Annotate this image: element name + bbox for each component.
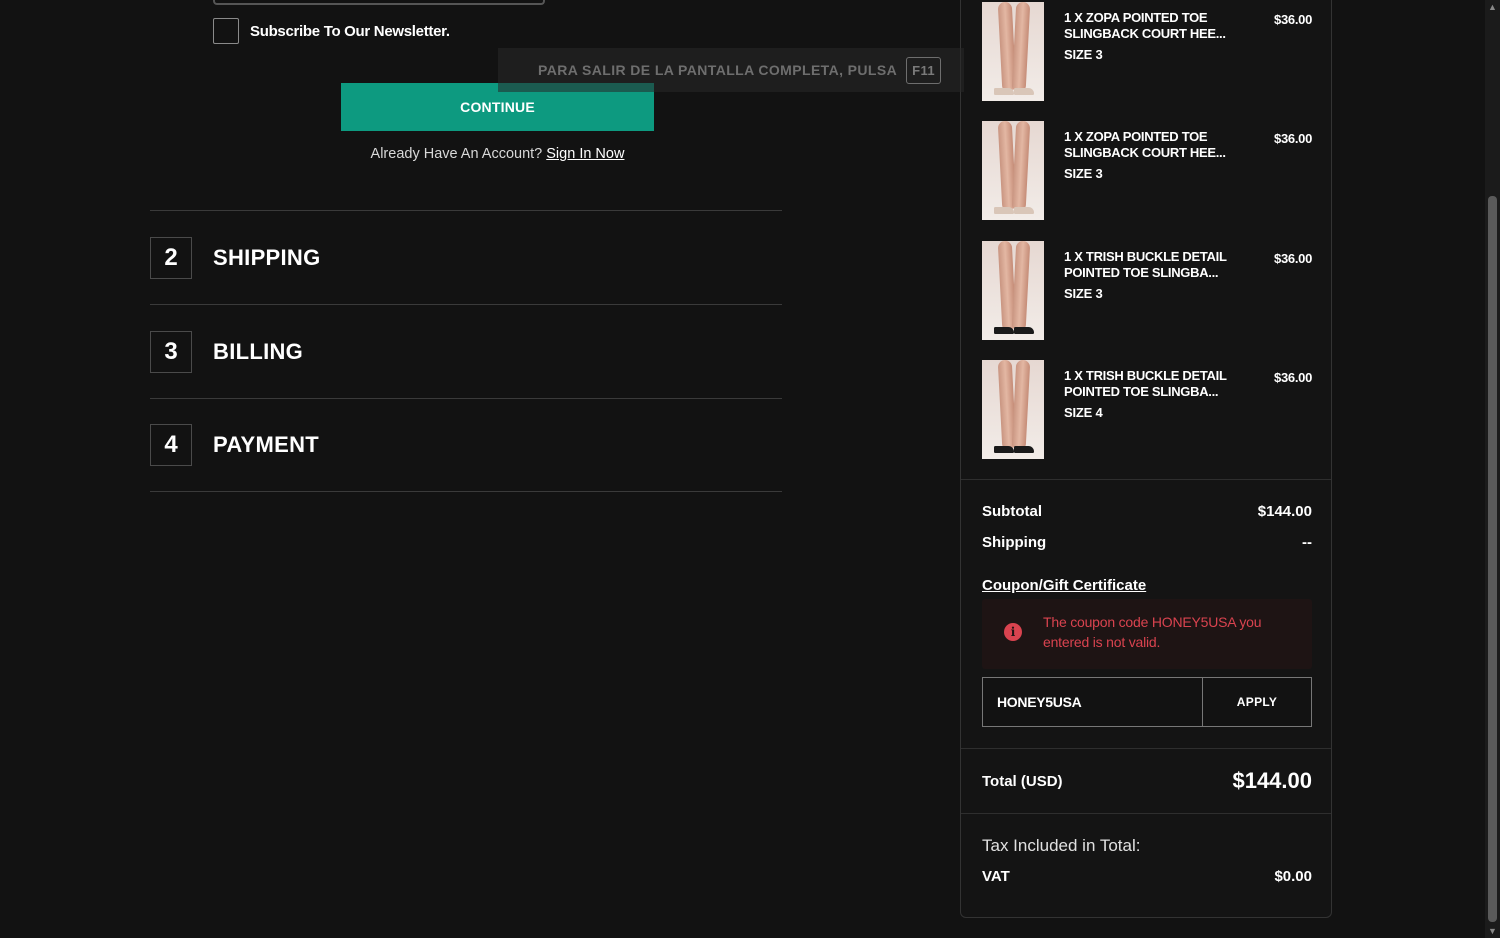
newsletter-label: Subscribe To Our Newsletter. bbox=[250, 22, 450, 40]
coupon-link[interactable]: Coupon/Gift Certificate bbox=[982, 577, 1146, 594]
step-number: 2 bbox=[150, 236, 192, 279]
cart-item: 1 X ZOPA POINTED TOE SLINGBACK COURT HEE… bbox=[982, 2, 1312, 102]
item-name: 1 X TRISH BUCKLE DETAIL POINTED TOE SLIN… bbox=[1064, 368, 1227, 399]
newsletter-checkbox[interactable] bbox=[213, 18, 239, 44]
account-prompt: Already Have An Account? Sign In Now bbox=[341, 146, 654, 162]
cart-item: 1 X TRISH BUCKLE DETAIL POINTED TOE SLIN… bbox=[982, 360, 1312, 460]
coupon-form: APPLY bbox=[982, 677, 1312, 727]
coupon-error-text: The coupon code HONEY5USA you entered is… bbox=[1043, 614, 1262, 650]
total-row: Total (USD) $144.00 bbox=[982, 768, 1312, 794]
cart-item: 1 X ZOPA POINTED TOE SLINGBACK COURT HEE… bbox=[982, 121, 1312, 221]
divider bbox=[961, 813, 1331, 814]
scroll-thumb[interactable] bbox=[1488, 196, 1497, 922]
f11-key: F11 bbox=[906, 56, 942, 84]
shipping-label: Shipping bbox=[982, 534, 1047, 551]
item-size: SIZE 3 bbox=[1064, 47, 1103, 62]
item-name: 1 X ZOPA POINTED TOE SLINGBACK COURT HEE… bbox=[1064, 10, 1226, 41]
shipping-row: Shipping -- bbox=[982, 534, 1312, 551]
step-title: SHIPPING bbox=[213, 244, 321, 270]
step-payment[interactable]: 4 PAYMENT bbox=[150, 398, 782, 492]
total-value: $144.00 bbox=[1232, 768, 1312, 793]
item-price: $36.00 bbox=[1274, 131, 1312, 146]
sign-in-link[interactable]: Sign In Now bbox=[546, 146, 624, 162]
item-size: SIZE 3 bbox=[1064, 286, 1103, 301]
info-icon: i bbox=[1004, 623, 1022, 641]
step-title: BILLING bbox=[213, 338, 304, 364]
checkout-steps: 2 SHIPPING 3 BILLING 4 PAYMENT bbox=[150, 210, 782, 492]
step-number: 4 bbox=[150, 424, 192, 466]
item-price: $36.00 bbox=[1274, 12, 1312, 27]
page-scrollbar[interactable]: ▲ ▼ bbox=[1485, 0, 1500, 938]
subtotal-label: Subtotal bbox=[982, 503, 1042, 520]
item-price: $36.00 bbox=[1274, 251, 1312, 266]
product-image bbox=[982, 2, 1044, 101]
step-shipping[interactable]: 2 SHIPPING bbox=[150, 210, 782, 304]
scroll-down-icon[interactable]: ▼ bbox=[1487, 926, 1498, 936]
coupon-input[interactable] bbox=[982, 677, 1203, 727]
product-image bbox=[982, 241, 1044, 340]
item-name: 1 X TRISH BUCKLE DETAIL POINTED TOE SLIN… bbox=[1064, 249, 1227, 280]
item-price: $36.00 bbox=[1274, 370, 1312, 385]
apply-button[interactable]: APPLY bbox=[1203, 677, 1312, 727]
newsletter-option: Subscribe To Our Newsletter. bbox=[213, 18, 450, 44]
step-number: 3 bbox=[150, 330, 192, 373]
shipping-value: -- bbox=[1302, 534, 1312, 551]
item-size: SIZE 3 bbox=[1064, 166, 1103, 181]
vat-value: $0.00 bbox=[1274, 868, 1312, 885]
fullscreen-text: PARA SALIR DE LA PANTALLA COMPLETA, PULS… bbox=[538, 62, 898, 78]
fullscreen-notice: PARA SALIR DE LA PANTALLA COMPLETA, PULS… bbox=[498, 48, 964, 92]
email-field-edge[interactable] bbox=[213, 0, 545, 5]
cart-item: 1 X TRISH BUCKLE DETAIL POINTED TOE SLIN… bbox=[982, 241, 1312, 341]
vat-label: VAT bbox=[982, 868, 1010, 885]
divider bbox=[961, 748, 1331, 749]
step-billing[interactable]: 3 BILLING bbox=[150, 304, 782, 398]
product-image bbox=[982, 360, 1044, 459]
product-image bbox=[982, 121, 1044, 220]
divider bbox=[961, 479, 1331, 480]
item-name: 1 X ZOPA POINTED TOE SLINGBACK COURT HEE… bbox=[1064, 129, 1226, 160]
total-label: Total (USD) bbox=[982, 772, 1063, 790]
scroll-up-icon[interactable]: ▲ bbox=[1487, 2, 1498, 12]
order-summary: 1 X ZOPA POINTED TOE SLINGBACK COURT HEE… bbox=[960, 0, 1332, 918]
subtotal-row: Subtotal $144.00 bbox=[982, 503, 1312, 520]
item-size: SIZE 4 bbox=[1064, 405, 1103, 420]
vat-row: VAT $0.00 bbox=[982, 868, 1312, 885]
tax-heading: Tax Included in Total: bbox=[982, 836, 1141, 855]
step-title: PAYMENT bbox=[213, 432, 320, 457]
coupon-error-alert: i The coupon code HONEY5USA you entered … bbox=[982, 599, 1312, 669]
account-prompt-text: Already Have An Account? bbox=[370, 146, 543, 162]
subtotal-value: $144.00 bbox=[1257, 503, 1312, 520]
